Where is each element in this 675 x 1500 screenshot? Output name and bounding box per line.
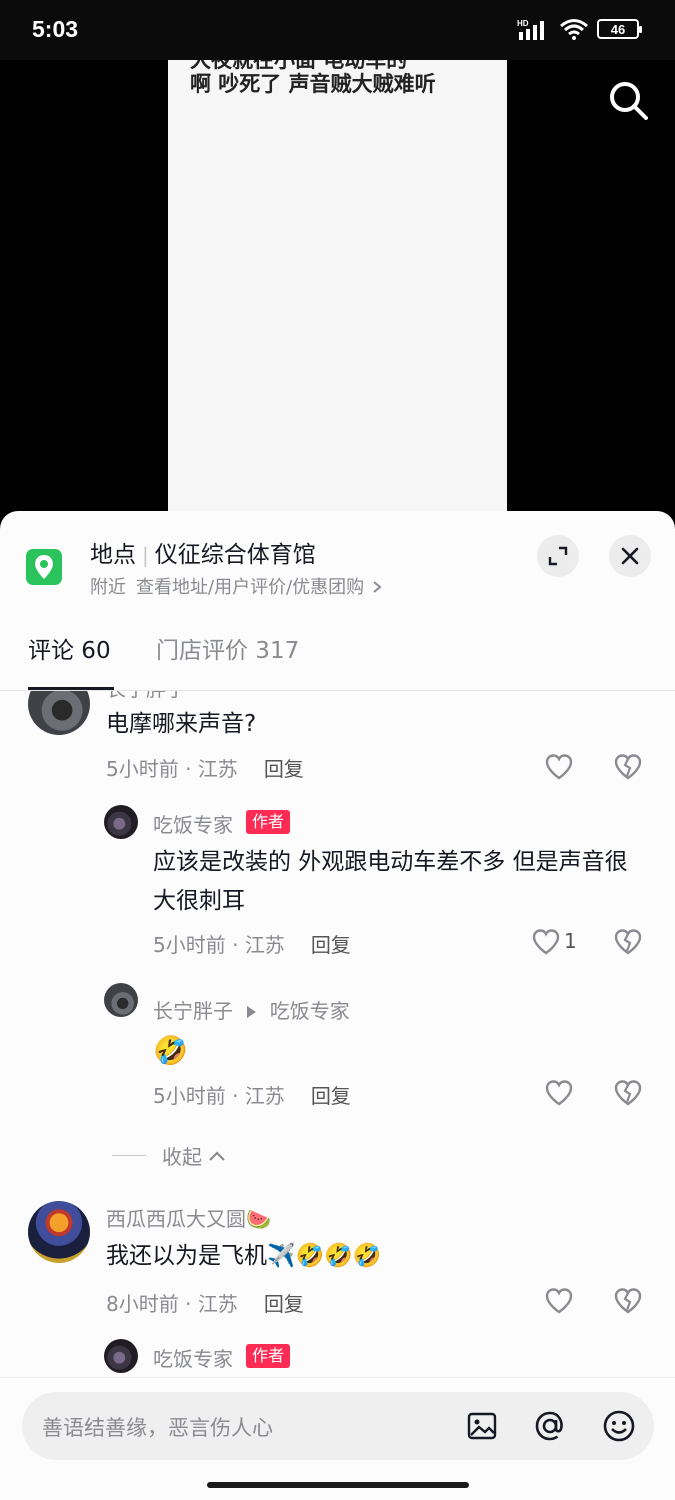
reply-button[interactable]: 回复 (311, 933, 351, 957)
status-icons: HD 46 (517, 18, 642, 40)
dislike-heart-icon[interactable] (612, 926, 644, 958)
reply-to-username[interactable]: 吃饭专家 (270, 999, 350, 1023)
avatar[interactable] (104, 1339, 138, 1373)
comment-username[interactable]: 长宁胖子 (106, 691, 186, 702)
avatar[interactable] (104, 983, 138, 1017)
dislike-heart-icon[interactable] (612, 1077, 644, 1109)
status-bar: 5:03 HD 46 (0, 0, 675, 60)
status-time: 5:03 (32, 16, 79, 42)
comment-meta: 8小时前 · 江苏 回复 (106, 1292, 304, 1316)
like-count: 1 (564, 929, 577, 953)
reply-username[interactable]: 长宁胖子 (153, 999, 233, 1023)
heart-icon[interactable] (543, 1077, 575, 1109)
avatar[interactable] (28, 691, 90, 735)
avatar[interactable] (28, 1201, 90, 1263)
location-place: 仪征综合体育馆 (154, 542, 316, 568)
home-indicator[interactable] (207, 1482, 469, 1488)
tab-store-reviews[interactable]: 门店评价 317 (156, 631, 299, 665)
divider (112, 1155, 146, 1156)
reply-text: 应该是改装的 外观跟电动车差不多 但是声音很大很刺耳 (153, 849, 628, 914)
author-tag: 作者 (246, 1344, 291, 1368)
location-label: 地点 (90, 542, 136, 568)
comment-sheet: 地点 | 仪征综合体育馆 附近 查看地址/用户评价/优惠团购 评论 60 门店评价 3… (0, 511, 675, 1500)
signal-icon: HD (517, 19, 544, 40)
comment-input-placeholder: 善语结善缘，恶言伤人心 (42, 1416, 273, 1440)
reply-meta: 5小时前 · 江苏 回复 (153, 933, 351, 957)
reply-meta: 5小时前 · 江苏 回复 (153, 1084, 351, 1108)
tab-bar: 评论 60 门店评价 317 (0, 619, 675, 691)
collapse-label: 收起 (162, 1145, 202, 1169)
location-nearby: 附近 (90, 577, 126, 598)
close-button[interactable] (609, 535, 651, 577)
heart-icon[interactable] (543, 1285, 575, 1317)
separator: | (142, 543, 149, 567)
search-icon[interactable] (606, 78, 650, 122)
navigation-bar (0, 1471, 675, 1500)
comment-list[interactable]: 长宁胖子 电摩哪来声音? 5小时前 · 江苏回复 吃饭专家 作者 应该是改装的 … (0, 691, 675, 1376)
tab-indicator (28, 687, 114, 690)
video-frame: 大夜就在小面 电动车的 啊 吵死了 声音贼大贼难听 (168, 60, 507, 530)
comment-time: 8小时前 (106, 1292, 179, 1316)
expand-icon (548, 546, 568, 566)
battery-level: 46 (610, 21, 626, 37)
chevron-up-icon (209, 1150, 225, 1161)
collapse-replies-button[interactable]: 收起 (112, 1141, 226, 1170)
reply-time: 5小时前 (153, 933, 226, 957)
reply-username[interactable]: 吃饭专家 (153, 1343, 233, 1372)
reply-region: 江苏 (244, 1084, 285, 1108)
reply-header: 长宁胖子 吃饭专家 (153, 995, 350, 1024)
reply-text: 🤣 (153, 1034, 188, 1067)
hd-label: HD (517, 19, 529, 28)
reply-username[interactable]: 吃饭专家 (153, 809, 233, 838)
reply-time: 5小时前 (153, 1084, 226, 1108)
video-player[interactable]: 大夜就在小面 电动车的 啊 吵死了 声音贼大贼难听 (0, 60, 675, 530)
reply-button[interactable]: 回复 (264, 1292, 304, 1316)
comment-meta: 5小时前 · 江苏 回复 (106, 757, 304, 781)
wifi-icon (560, 19, 588, 40)
location-header[interactable]: 地点 | 仪征综合体育馆 附近 查看地址/用户评价/优惠团购 (0, 511, 675, 611)
comment-input[interactable]: 善语结善缘，恶言伤人心 (22, 1392, 654, 1460)
author-tag: 作者 (246, 810, 291, 834)
dislike-heart-icon[interactable] (612, 751, 644, 783)
dislike-heart-icon[interactable] (612, 1285, 644, 1317)
expand-button[interactable] (537, 535, 579, 577)
comment-region: 江苏 (197, 1292, 238, 1316)
comment-text: 我还以为是飞机✈️🤣🤣🤣 (106, 1243, 382, 1269)
heart-icon[interactable] (530, 926, 562, 958)
comment-text: 电摩哪来声音? (106, 711, 257, 737)
emoji-icon[interactable] (602, 1409, 636, 1443)
video-caption: 啊 吵死了 声音贼大贼难听 (190, 72, 436, 96)
mention-icon[interactable] (533, 1409, 567, 1443)
close-icon (621, 547, 639, 565)
chevron-right-icon (373, 581, 382, 593)
tab-comments[interactable]: 评论 60 (28, 631, 111, 665)
comment-time: 5小时前 (106, 757, 179, 781)
map-pin-icon (26, 549, 62, 585)
comment-region: 江苏 (197, 757, 238, 781)
comment-input-bar: 善语结善缘，恶言伤人心 (0, 1377, 675, 1473)
image-icon[interactable] (466, 1410, 498, 1442)
avatar[interactable] (104, 805, 138, 839)
reply-button[interactable]: 回复 (311, 1084, 351, 1108)
reply-region: 江苏 (244, 933, 285, 957)
heart-icon[interactable] (543, 751, 575, 783)
location-link[interactable]: 查看地址/用户评价/优惠团购 (136, 577, 364, 598)
location-title: 地点 | 仪征综合体育馆 (90, 535, 316, 569)
comment-username[interactable]: 西瓜西瓜大又圆🍉 (106, 1203, 271, 1232)
reply-button[interactable]: 回复 (264, 757, 304, 781)
location-subtitle[interactable]: 附近 查看地址/用户评价/优惠团购 (90, 573, 382, 599)
battery-icon: 46 (597, 19, 642, 39)
reply-arrow-icon (247, 1006, 257, 1018)
